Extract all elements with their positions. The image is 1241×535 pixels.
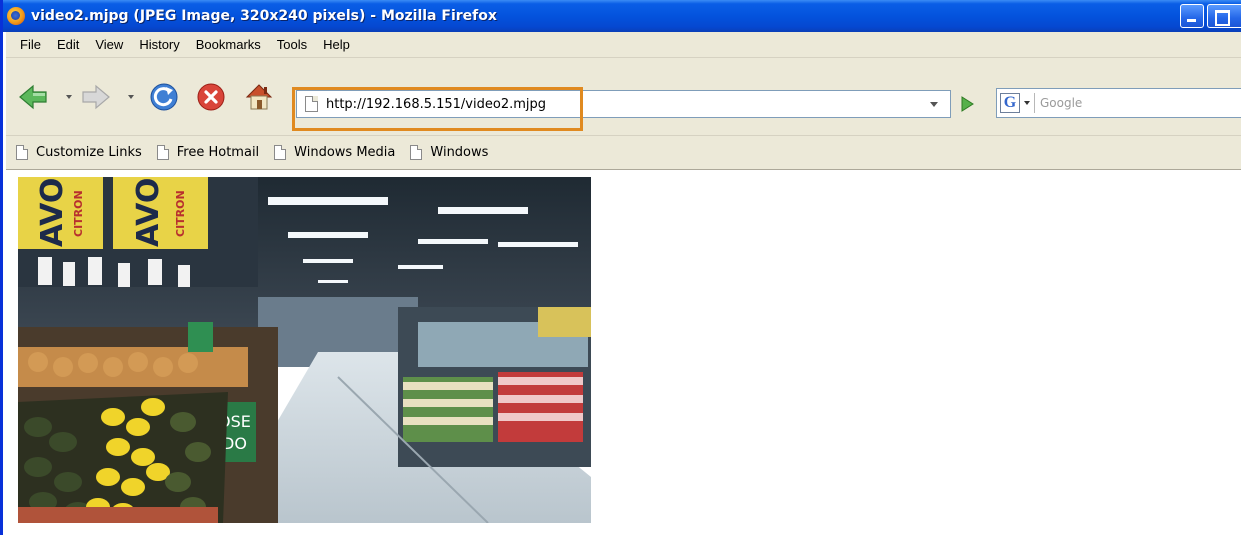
browser-window: video2.mjpg (JPEG Image, 320x240 pixels)… xyxy=(0,0,1241,535)
url-history-dropdown-icon[interactable] xyxy=(923,92,945,116)
home-icon[interactable] xyxy=(244,82,274,112)
bookmark-customize-links[interactable]: Customize Links xyxy=(6,136,147,170)
search-bar[interactable]: G Google xyxy=(996,88,1241,118)
menu-file[interactable]: File xyxy=(6,32,49,58)
stop-icon[interactable] xyxy=(196,82,226,112)
banner-sub-2: CITRON xyxy=(174,190,187,237)
banner-sub-1: CITRON xyxy=(72,190,85,237)
url-text[interactable]: http://192.168.5.151/video2.mjpg xyxy=(326,97,546,112)
menu-bookmarks[interactable]: Bookmarks xyxy=(188,32,269,58)
bookmark-label: Windows Media xyxy=(294,145,396,160)
forward-history-dropdown-icon[interactable] xyxy=(128,95,134,99)
navigation-toolbar: http://192.168.5.151/video2.mjpg G Googl… xyxy=(6,58,1241,136)
banner-text-2: AVOC xyxy=(131,177,166,247)
bookmark-label: Customize Links xyxy=(36,145,142,160)
bookmarks-toolbar: Customize Links Free Hotmail Windows Med… xyxy=(6,136,1241,170)
page-content: AVOC AVOC CITRON CITRON OSE DO xyxy=(6,171,1241,535)
page-icon xyxy=(305,96,318,112)
back-history-dropdown-icon[interactable] xyxy=(66,95,72,99)
bookmark-page-icon xyxy=(410,145,423,160)
bookmark-page-icon xyxy=(274,145,287,160)
url-bar[interactable]: http://192.168.5.151/video2.mjpg xyxy=(296,90,951,118)
bookmark-page-icon xyxy=(156,145,169,160)
bookmark-page-icon xyxy=(16,145,28,160)
bookmark-label: Windows xyxy=(430,145,489,160)
firefox-icon xyxy=(7,7,25,25)
video-stream-image[interactable]: AVOC AVOC CITRON CITRON OSE DO xyxy=(18,177,591,523)
search-placeholder[interactable]: Google xyxy=(1040,96,1082,110)
minimize-button[interactable] xyxy=(1180,4,1204,28)
menu-bar: File Edit View History Bookmarks Tools H… xyxy=(6,32,1241,58)
maximize-button[interactable] xyxy=(1207,4,1241,28)
menu-edit[interactable]: Edit xyxy=(49,32,87,58)
menu-tools[interactable]: Tools xyxy=(269,32,315,58)
reload-icon[interactable] xyxy=(149,82,179,112)
bookmark-windows-media[interactable]: Windows Media xyxy=(264,136,400,170)
bookmark-windows[interactable]: Windows xyxy=(400,136,493,170)
forward-arrow-icon[interactable] xyxy=(81,82,111,112)
menu-help[interactable]: Help xyxy=(315,32,358,58)
search-divider xyxy=(1034,93,1035,113)
banner-text-1: AVOC xyxy=(35,177,70,247)
menu-view[interactable]: View xyxy=(87,32,131,58)
title-bar[interactable]: video2.mjpg (JPEG Image, 320x240 pixels)… xyxy=(3,0,1241,32)
menu-history[interactable]: History xyxy=(131,32,187,58)
engine-dropdown-icon[interactable] xyxy=(1024,101,1030,105)
window-title: video2.mjpg (JPEG Image, 320x240 pixels)… xyxy=(31,8,497,24)
google-engine-icon[interactable]: G xyxy=(1000,93,1020,113)
back-arrow-icon[interactable] xyxy=(18,82,48,112)
bookmark-label: Free Hotmail xyxy=(176,145,260,160)
bookmark-free-hotmail[interactable]: Free Hotmail xyxy=(147,136,264,170)
go-arrow-icon[interactable] xyxy=(957,94,977,114)
